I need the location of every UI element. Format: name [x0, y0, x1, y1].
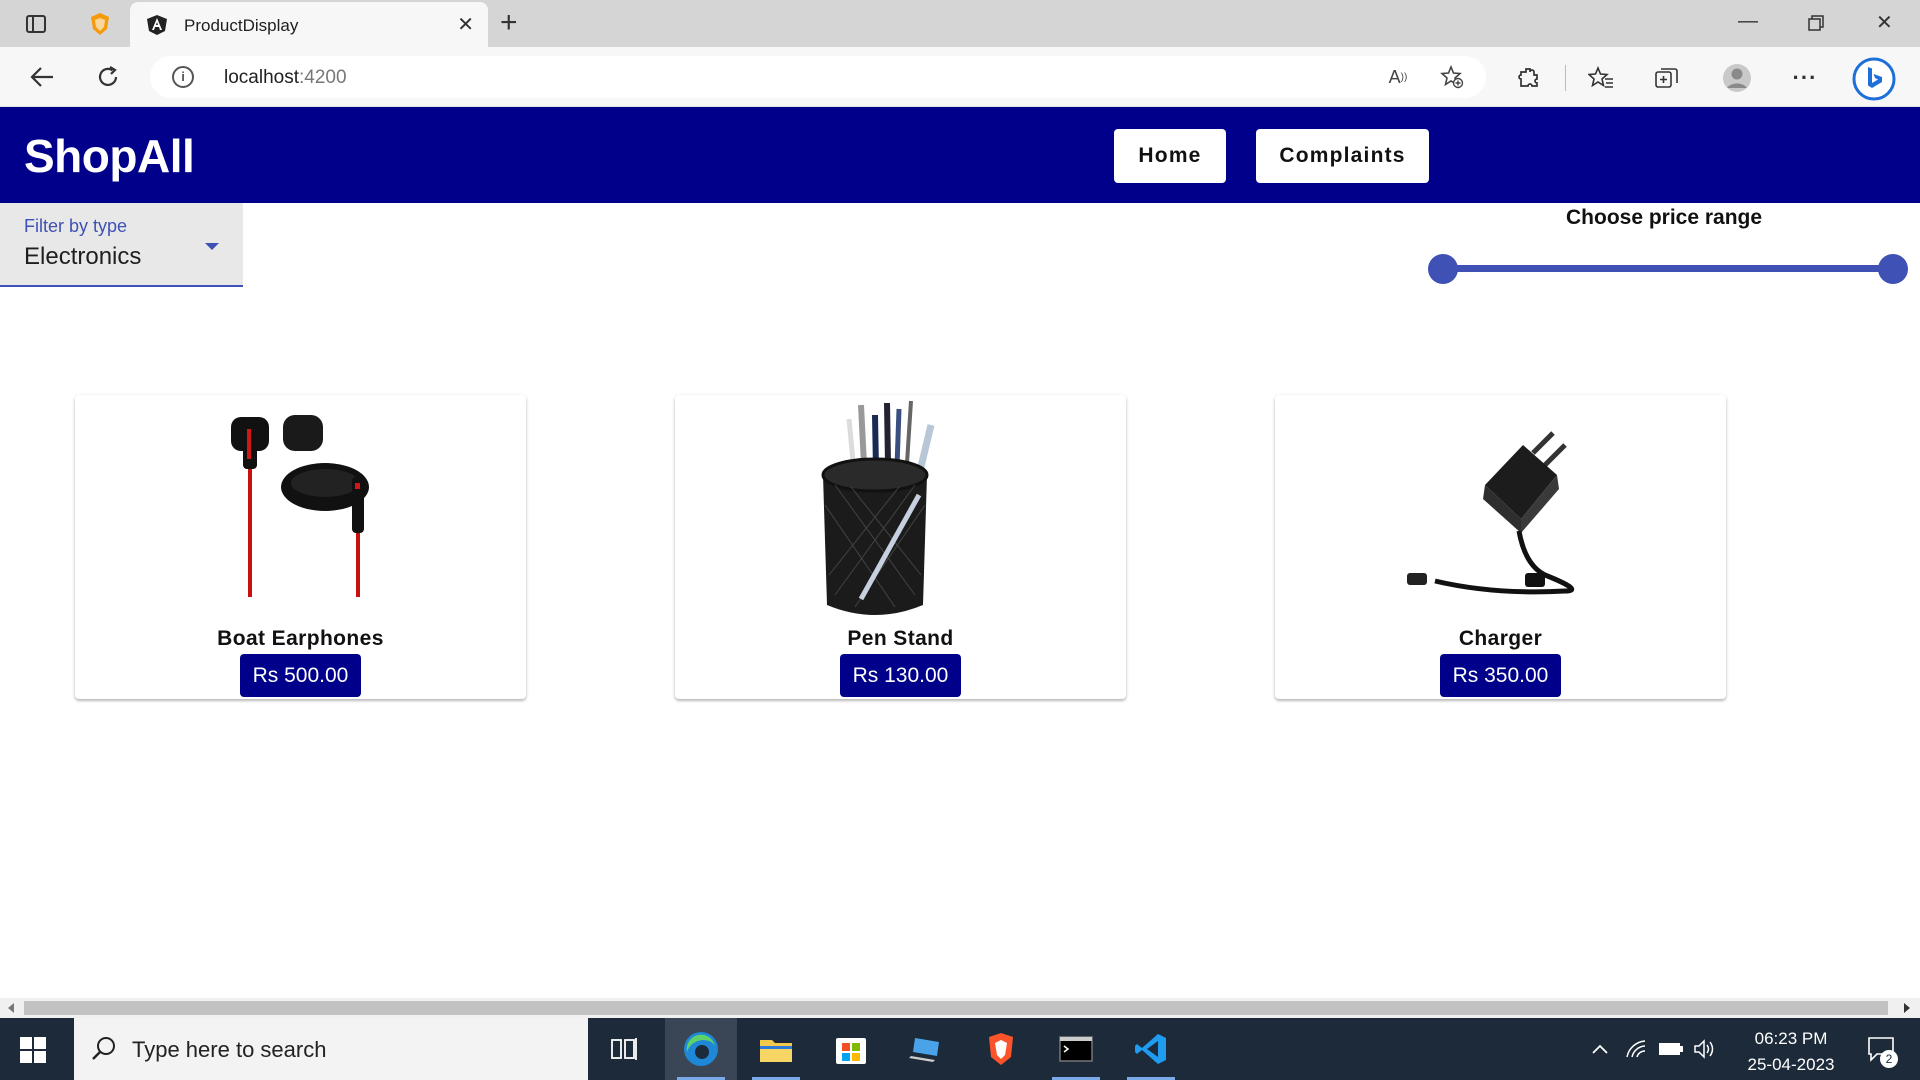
favorites-icon[interactable] [1586, 63, 1616, 93]
search-icon [90, 1035, 118, 1068]
charger-image [1275, 395, 1726, 627]
url-field[interactable]: i localhost:4200 A)) [150, 56, 1486, 98]
clock-date: 25-04-2023 [1747, 1055, 1835, 1074]
complaints-button[interactable]: Complaints [1256, 129, 1429, 183]
price-slider-min-thumb[interactable] [1428, 254, 1458, 284]
product-name: Pen Stand [847, 627, 954, 650]
filter-type-select[interactable]: Filter by type Electronics [0, 203, 243, 287]
extensions-icon[interactable] [1514, 63, 1544, 93]
profile-avatar-icon[interactable] [1722, 63, 1752, 93]
bing-copilot-icon[interactable] [1852, 57, 1896, 101]
active-tab[interactable]: ProductDisplay ✕ [130, 2, 488, 47]
network-icon[interactable] [1622, 1018, 1652, 1080]
restore-icon[interactable] [1808, 14, 1824, 37]
new-tab-icon[interactable]: + [500, 8, 518, 38]
back-icon[interactable] [26, 61, 58, 93]
product-name: Boat Earphones [217, 627, 384, 650]
angular-icon [146, 14, 168, 41]
terminal-icon[interactable] [1040, 1018, 1112, 1080]
tab-actions-icon[interactable] [22, 10, 50, 38]
scroll-left-icon[interactable] [8, 1003, 14, 1013]
product-price-badge: Rs 350.00 [1440, 654, 1561, 697]
product-card[interactable]: Boat Earphones Rs 500.00 [75, 395, 526, 699]
price-slider-track[interactable] [1443, 265, 1893, 272]
scroll-right-icon[interactable] [1904, 1003, 1910, 1013]
taskbar-search-box[interactable]: Type here to search [74, 1018, 588, 1080]
notification-count-badge: 2 [1880, 1050, 1898, 1068]
read-aloud-icon[interactable]: A)) [1386, 65, 1410, 89]
site-info-icon[interactable]: i [172, 66, 194, 88]
filter-value: Electronics [24, 243, 142, 270]
price-slider-max-thumb[interactable] [1878, 254, 1908, 284]
add-favorite-icon[interactable] [1440, 65, 1464, 89]
remote-desktop-icon[interactable] [890, 1018, 962, 1080]
toolbar-divider [1565, 65, 1566, 91]
app-title: ShopAll [24, 130, 195, 182]
product-name: Charger [1458, 627, 1543, 650]
pen-stand-image [675, 395, 1126, 627]
windows-taskbar: Type here to search 06:23 PM 25-04-2023 … [0, 1018, 1920, 1080]
brave-browser-icon[interactable] [965, 1018, 1037, 1080]
windows-start-icon[interactable] [20, 1037, 46, 1063]
horizontal-scrollbar[interactable] [0, 998, 1920, 1018]
microsoft-store-icon[interactable] [815, 1018, 887, 1080]
dropdown-arrow-icon [205, 243, 219, 250]
close-tab-icon[interactable]: ✕ [457, 15, 474, 35]
product-price-badge: Rs 130.00 [840, 654, 961, 697]
task-view-icon[interactable] [588, 1018, 660, 1080]
scrollbar-thumb[interactable] [24, 1001, 1888, 1015]
brave-shield-icon[interactable] [86, 10, 114, 38]
taskbar-clock[interactable]: 06:23 PM 25-04-2023 [1736, 1026, 1846, 1078]
reload-icon[interactable] [92, 61, 124, 93]
app-header: ShopAll Home Complaints [0, 107, 1920, 203]
clock-time: 06:23 PM [1754, 1029, 1828, 1048]
battery-icon[interactable] [1656, 1018, 1686, 1080]
tab-title: ProductDisplay [184, 16, 299, 35]
volume-icon[interactable] [1690, 1018, 1720, 1080]
product-card[interactable]: Charger Rs 350.00 [1275, 395, 1726, 699]
search-placeholder: Type here to search [132, 1037, 327, 1062]
address-bar: i localhost:4200 A)) ··· [0, 47, 1920, 107]
notifications-icon[interactable]: 2 [1856, 1018, 1906, 1080]
product-price-badge: Rs 500.00 [240, 654, 361, 697]
filter-label: Filter by type [24, 216, 128, 236]
price-range-label: Choose price range [1566, 206, 1763, 229]
show-hidden-icons-icon[interactable] [1584, 1018, 1616, 1080]
earphones-image [75, 395, 526, 627]
product-card[interactable]: Pen Stand Rs 130.00 [675, 395, 1126, 699]
more-options-icon[interactable]: ··· [1790, 63, 1820, 93]
vscode-icon[interactable] [1115, 1018, 1187, 1080]
window-close-icon[interactable]: ✕ [1876, 10, 1893, 35]
file-explorer-icon[interactable] [740, 1018, 812, 1080]
url-text: localhost:4200 [224, 67, 347, 88]
browser-tab-bar: ProductDisplay ✕ + — ✕ [0, 0, 1920, 47]
minimize-icon[interactable]: — [1738, 10, 1758, 33]
collections-icon[interactable] [1652, 63, 1682, 93]
edge-app-icon[interactable] [665, 1018, 737, 1080]
home-button[interactable]: Home [1114, 129, 1226, 183]
